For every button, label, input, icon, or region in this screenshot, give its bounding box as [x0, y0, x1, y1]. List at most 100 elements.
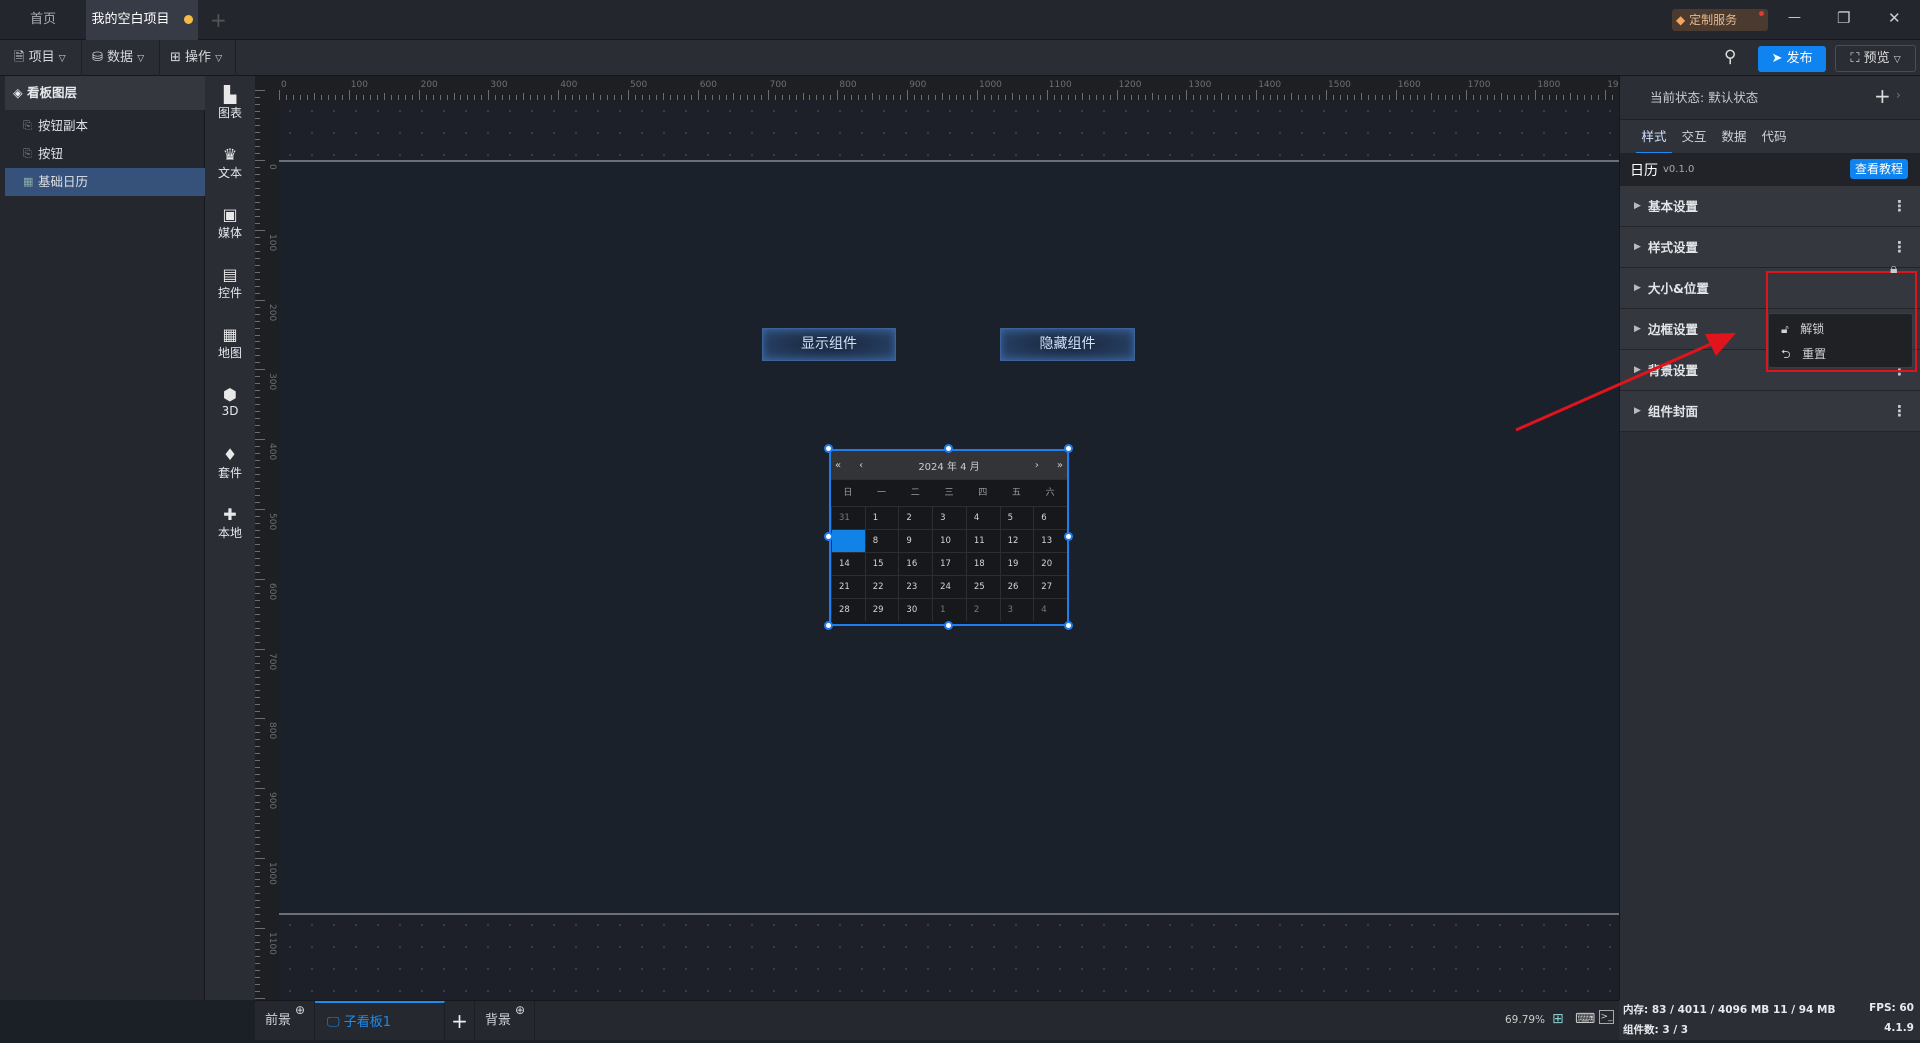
resize-handle[interactable] [824, 444, 833, 453]
state-value[interactable]: 默认状态 [1708, 90, 1758, 105]
tab-project[interactable]: 我的空白项目 [86, 0, 198, 40]
day-cell[interactable]: 17 [932, 552, 966, 575]
preview-button[interactable]: ⛶ 预览 ▽ [1835, 45, 1916, 72]
resize-handle[interactable] [1064, 532, 1073, 541]
zoom-level[interactable]: 69.79% [1505, 1014, 1545, 1026]
custom-service-button[interactable]: ◆ 定制服务 [1672, 9, 1768, 31]
tool-5[interactable]: ⬢ 3D [205, 386, 255, 419]
show-component-button[interactable]: 显示组件 [762, 328, 896, 361]
day-cell[interactable]: 5 [999, 506, 1034, 529]
day-cell[interactable]: 22 [864, 575, 899, 598]
resize-handle[interactable] [944, 621, 953, 630]
tool-6[interactable]: ♦ 套件 [205, 446, 255, 481]
more-options-icon[interactable]: ⋮ [1892, 391, 1907, 432]
day-cell[interactable]: 1 [864, 506, 899, 529]
day-cell[interactable]: 19 [999, 552, 1034, 575]
day-cell[interactable]: 10 [932, 529, 966, 552]
day-cell[interactable]: 31 [831, 506, 865, 529]
section-1[interactable]: ▶ 样式设置 ⋮ [1620, 227, 1920, 268]
day-cell[interactable]: 3 [932, 506, 966, 529]
keyboard-icon[interactable]: ⌨ [1575, 1011, 1595, 1027]
chevron-right-icon[interactable]: › [1896, 88, 1901, 102]
tab-1[interactable]: 交互 [1676, 120, 1712, 154]
menu-operate[interactable]: ⊞ 操作 ▽ [160, 40, 236, 76]
selected-day-cell[interactable] [831, 529, 865, 552]
background-tab[interactable]: 背景 ⊕ [475, 1001, 535, 1041]
publish-button[interactable]: ➤ 发布 [1758, 46, 1826, 72]
layer-item-selected[interactable]: ▦ 基础日历 [5, 168, 205, 196]
next-month-button[interactable]: › [1035, 460, 1039, 471]
tab-3[interactable]: 代码 [1756, 120, 1792, 154]
prev-year-button[interactable]: « [835, 460, 841, 471]
day-cell[interactable]: 23 [898, 575, 933, 598]
add-board-button[interactable]: + [445, 1001, 475, 1041]
resize-handle[interactable] [1064, 621, 1073, 630]
day-cell[interactable]: 1 [932, 598, 966, 621]
day-cell[interactable]: 2 [965, 598, 1000, 621]
day-cell[interactable]: 6 [1033, 506, 1067, 529]
view-tutorial-button[interactable]: 查看教程 [1850, 159, 1908, 179]
day-cell[interactable]: 26 [999, 575, 1034, 598]
day-cell[interactable]: 4 [1033, 598, 1067, 621]
menu-project[interactable]: 🗎 项目 ▽ [4, 40, 82, 76]
day-cell[interactable]: 13 [1033, 529, 1067, 552]
day-cell[interactable]: 21 [831, 575, 865, 598]
day-cell[interactable]: 24 [932, 575, 966, 598]
day-cell[interactable]: 25 [965, 575, 1000, 598]
day-cell[interactable]: 15 [864, 552, 899, 575]
tab-home[interactable]: 首页 [0, 0, 86, 40]
resize-handle[interactable] [824, 621, 833, 630]
add-tab-button[interactable]: + [210, 8, 227, 32]
fit-screen-icon[interactable]: ⊞ [1552, 1011, 1564, 1027]
foreground-tab[interactable]: 前景 ⊕ [255, 1001, 315, 1041]
tool-1[interactable]: ♛ 文本 [205, 146, 255, 181]
resize-handle[interactable] [1064, 444, 1073, 453]
prev-month-button[interactable]: ‹ [859, 460, 863, 471]
tool-7[interactable]: ✚ 本地 [205, 506, 255, 541]
day-cell[interactable]: 9 [898, 529, 933, 552]
add-state-button[interactable]: + [1874, 84, 1891, 108]
reset-menu-item[interactable]: ⮌ 重置 [1769, 342, 1912, 366]
tab-2[interactable]: 数据 [1716, 120, 1752, 154]
next-year-button[interactable]: » [1057, 460, 1063, 471]
tool-4[interactable]: ▦ 地图 [205, 326, 255, 361]
lock-icon[interactable]: 🔒︎ [1890, 261, 1897, 277]
ruler-tick [255, 432, 260, 434]
day-cell[interactable]: 30 [898, 598, 933, 621]
hide-component-button[interactable]: 隐藏组件 [1000, 328, 1135, 361]
tool-2[interactable]: ▣ 媒体 [205, 206, 255, 241]
day-cell[interactable]: 2 [898, 506, 933, 529]
day-cell[interactable]: 28 [831, 598, 865, 621]
close-button[interactable]: ✕ [1888, 9, 1901, 27]
resize-handle[interactable] [824, 532, 833, 541]
day-cell[interactable]: 16 [898, 552, 933, 575]
restore-button[interactable]: ❐ [1837, 9, 1850, 27]
tab-0[interactable]: 样式 [1636, 120, 1672, 154]
layer-item[interactable]: ⎘ 按钮副本 [5, 112, 205, 140]
calendar-widget[interactable]: « ‹ 2024 年 4 月 › » 日一二三四五六 31 1 2 3 4 5 6 8 9 10 1… [829, 449, 1069, 626]
resize-handle[interactable] [944, 444, 953, 453]
day-cell[interactable]: 3 [999, 598, 1034, 621]
day-cell[interactable]: 4 [965, 506, 1000, 529]
menu-data[interactable]: ⛁ 数据 ▽ [82, 40, 160, 76]
more-options-icon[interactable]: ⋮ [1892, 186, 1907, 227]
tool-0[interactable]: ▙ 图表 [205, 86, 255, 121]
add-foreground-icon[interactable]: ⊕ [295, 990, 305, 1030]
day-cell[interactable]: 20 [1033, 552, 1067, 575]
day-cell[interactable]: 12 [999, 529, 1034, 552]
day-cell[interactable]: 29 [864, 598, 899, 621]
day-cell[interactable]: 8 [864, 529, 899, 552]
tool-3[interactable]: ▤ 控件 [205, 266, 255, 301]
terminal-icon[interactable]: >_ [1599, 1010, 1614, 1024]
minimize-button[interactable]: — [1788, 10, 1801, 25]
layer-item[interactable]: ⎘ 按钮 [5, 140, 205, 168]
sub-board-tab[interactable]: 🖵︎ 子看板1 [315, 1001, 445, 1041]
unlock-menu-item[interactable]: 🔓︎ 解锁 [1769, 317, 1912, 341]
day-cell[interactable]: 18 [965, 552, 1000, 575]
day-cell[interactable]: 27 [1033, 575, 1067, 598]
day-cell[interactable]: 11 [965, 529, 1000, 552]
day-cell[interactable]: 14 [831, 552, 865, 575]
add-background-icon[interactable]: ⊕ [515, 990, 525, 1030]
section-0[interactable]: ▶ 基本设置 ⋮ [1620, 186, 1920, 227]
search-icon[interactable]: ⚲ [1724, 47, 1736, 67]
